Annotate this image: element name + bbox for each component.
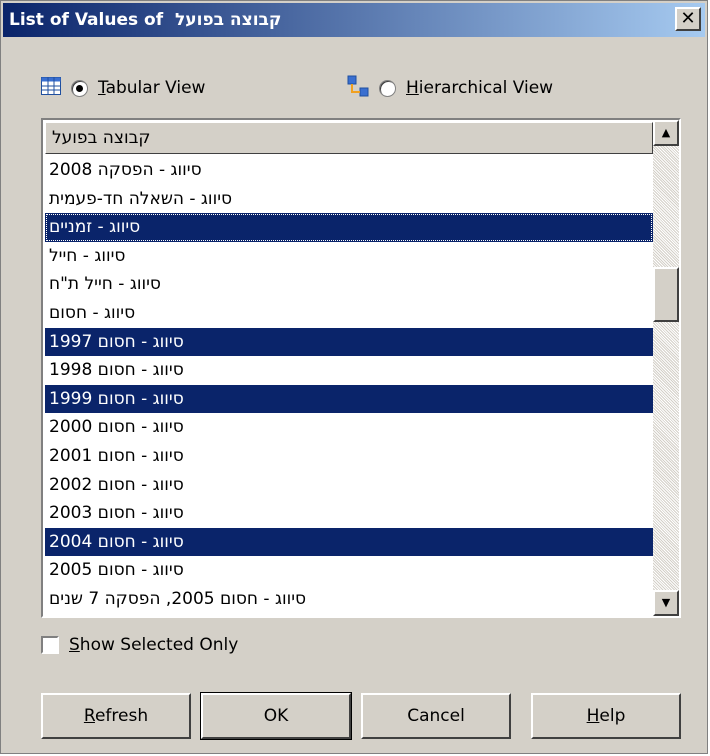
vertical-scrollbar[interactable]: ▲ ▼ <box>653 120 679 616</box>
list-item[interactable]: סיווג - חסום 2005 <box>45 556 653 585</box>
title-prefix: List of Values of <box>9 10 164 30</box>
list-item[interactable]: סיווג - השאלה חד-פעמית <box>45 185 653 214</box>
close-button[interactable]: ✕ <box>675 7 701 31</box>
list-item[interactable]: סיווג - הפסקה 2008 <box>45 156 653 185</box>
values-listbox[interactable]: קבוצה בפועל סיווג - הפסקה 2008 סיווג - הש… <box>41 118 681 618</box>
hierarchical-view-option[interactable]: Hierarchical View <box>347 73 553 103</box>
title-field-name: קבוצה בפועל <box>175 10 282 30</box>
list-item[interactable]: סיווג - חסום 1998 <box>45 356 653 385</box>
scroll-up-button[interactable]: ▲ <box>653 120 679 146</box>
ok-button[interactable]: OK <box>200 692 352 740</box>
hierarchical-view-radio[interactable] <box>379 79 396 97</box>
title-bar: List of Values of קבוצה בפועל ✕ <box>3 3 705 37</box>
hierarchy-icon <box>347 75 369 102</box>
values-list: סיווג - הפסקה 2008 סיווג - השאלה חד-פעמית… <box>45 156 653 614</box>
tabular-view-label: Tabular View <box>98 78 206 98</box>
list-item[interactable]: סיווג - חסום 2003 <box>45 499 653 528</box>
hierarchical-view-label: Hierarchical View <box>406 78 554 98</box>
list-item[interactable]: סיווג - חסום 2001 <box>45 442 653 471</box>
list-item[interactable]: סיווג - חסום 1999 <box>45 384 653 414</box>
list-item[interactable]: סיווג - חסום 2004 <box>45 527 653 557</box>
tabular-view-option[interactable]: Tabular View <box>41 73 205 103</box>
column-header[interactable]: קבוצה בפועל <box>45 122 653 154</box>
cancel-button[interactable]: Cancel <box>361 693 511 739</box>
list-item[interactable]: סיווג - חסום <box>45 299 653 328</box>
scroll-thumb[interactable] <box>653 267 679 322</box>
scroll-down-button[interactable]: ▼ <box>653 590 679 616</box>
list-item[interactable]: סיווג - חסום 1997 <box>45 327 653 357</box>
arrow-down-icon: ▼ <box>661 596 671 609</box>
list-item[interactable]: סיווג - זמניים <box>45 213 653 242</box>
list-item[interactable]: סיווג - חסום 2005, הפסקה 7 שנים <box>45 585 653 614</box>
lov-dialog: List of Values of קבוצה בפועל ✕ Tabular … <box>0 0 708 754</box>
table-icon <box>41 76 61 100</box>
show-selected-only-checkbox[interactable] <box>41 636 59 654</box>
list-item[interactable]: סיווג - חייל <box>45 242 653 271</box>
close-icon: ✕ <box>680 8 696 29</box>
show-selected-only-option[interactable]: Show Selected Only <box>41 635 238 655</box>
arrow-up-icon: ▲ <box>661 126 671 139</box>
list-item[interactable]: סיווג - חסום 2000 <box>45 413 653 442</box>
list-item[interactable]: סיווג - חייל ת"ח <box>45 270 653 299</box>
tabular-view-radio[interactable] <box>71 79 88 97</box>
refresh-button[interactable]: Refresh <box>41 693 191 739</box>
show-selected-only-label: Show Selected Only <box>69 635 239 655</box>
list-item[interactable]: סיווג - חסום 2002 <box>45 471 653 500</box>
help-button[interactable]: Help <box>531 693 681 739</box>
